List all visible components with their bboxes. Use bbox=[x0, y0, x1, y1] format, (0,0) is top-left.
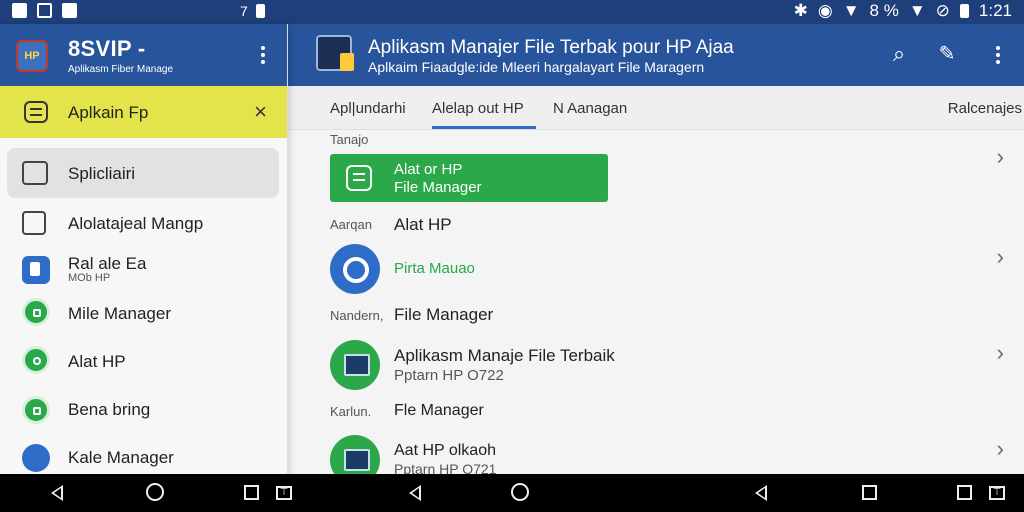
drawer-item-label: Ral ale Ea bbox=[68, 254, 147, 273]
file-icon bbox=[22, 211, 46, 235]
wifi-icon: ▼ bbox=[842, 1, 860, 20]
status-left-right: 7 bbox=[240, 3, 265, 19]
section-title: File Manager bbox=[394, 305, 494, 324]
drawer-banner[interactable]: Aplkain Fp × bbox=[0, 86, 287, 138]
chevron-right-icon[interactable]: › bbox=[997, 244, 1004, 270]
drawer-item-label: Alolatajeal Mangp bbox=[68, 214, 204, 233]
chevron-right-icon[interactable]: › bbox=[997, 340, 1004, 366]
file-manager-app-icon bbox=[316, 35, 354, 71]
notification-icon bbox=[62, 3, 77, 18]
tab-3[interactable]: N Aanagan bbox=[553, 100, 627, 117]
list-item-subtitle: Pptarn HP O722 bbox=[394, 367, 504, 384]
grid-app-icon bbox=[22, 396, 50, 424]
tab-bar: Apl|undarhi Alelap out HP N Aanagan Ralc… bbox=[288, 86, 1024, 130]
recents-icon[interactable] bbox=[244, 485, 259, 500]
app-icon bbox=[330, 244, 380, 294]
highlighted-item-line2: File Manager bbox=[394, 179, 482, 196]
drawer-item-sub: MOb HP bbox=[68, 272, 111, 284]
more-options-icon[interactable] bbox=[986, 43, 1010, 67]
list-item-title[interactable]: Aat HP olkaoh bbox=[394, 442, 496, 460]
drawer-item-label: Kale Manager bbox=[68, 448, 174, 467]
mute-icon: ⊘ bbox=[935, 1, 950, 20]
home-icon[interactable] bbox=[511, 483, 529, 501]
clock: 1:21 bbox=[978, 1, 1012, 20]
app-subtitle: Aplikasm Fiber Manage bbox=[68, 64, 174, 75]
app-name: 8SVIP - bbox=[68, 36, 146, 61]
navigation-drawer: HP 8SVIP - Aplikasm Fiber Manage Aplkain… bbox=[0, 24, 288, 474]
alarm-icon: ◉ bbox=[817, 1, 833, 20]
section-label: Aarqan bbox=[330, 217, 372, 232]
drawer-menu-icon[interactable] bbox=[251, 43, 275, 67]
edit-icon[interactable]: ✎ bbox=[934, 41, 960, 67]
recents-icon[interactable] bbox=[862, 485, 877, 500]
drawer-item-label: Bena bring bbox=[68, 400, 151, 419]
document-icon bbox=[22, 256, 50, 284]
main-content: Tanajo Alat or HP File Manager › Aarqan … bbox=[288, 130, 1024, 485]
recents-icon[interactable] bbox=[957, 485, 972, 500]
drawer-item[interactable]: Ral ale Ea MOb HP bbox=[0, 248, 288, 294]
page-subtitle: Aplkaim Fiaadgle:ide Mleeri hargalayart … bbox=[368, 59, 705, 75]
drawer-item[interactable]: Alat HP bbox=[0, 344, 288, 390]
chevron-right-icon[interactable]: › bbox=[997, 436, 1004, 462]
drawer-item-label: Splicliairi bbox=[68, 164, 136, 183]
drawer-item-label: Mile Manager bbox=[68, 304, 171, 323]
tab-4[interactable]: Ralcenajes bbox=[948, 100, 1022, 117]
drawer-item[interactable]: Alolatajeal Mangp bbox=[0, 202, 288, 248]
status-text: 7 bbox=[240, 3, 248, 19]
highlighted-item-line1: Alat or HP bbox=[394, 161, 463, 178]
back-icon[interactable] bbox=[406, 483, 426, 503]
drawer-item-selected[interactable]: Splicliairi bbox=[7, 148, 279, 198]
tab-1[interactable]: Apl|undarhi bbox=[330, 100, 406, 117]
drawer-item[interactable]: Bena bring bbox=[0, 394, 288, 440]
keyboard-icon[interactable]: ⊤ bbox=[989, 486, 1005, 500]
signal-icon: ▼ bbox=[908, 1, 926, 20]
back-icon[interactable] bbox=[48, 483, 68, 503]
section-title: Alat HP bbox=[394, 215, 452, 234]
section-label: Karlun. bbox=[330, 404, 372, 419]
calendar-app-icon bbox=[22, 444, 50, 472]
status-bar: 7 ✱ ◉ ▼ 8 % ▼ ⊘ 1:21 bbox=[0, 0, 1024, 24]
keyboard-icon[interactable]: ⊤ bbox=[276, 486, 292, 500]
drawer-item-label: Alat HP bbox=[68, 352, 126, 371]
battery-icon bbox=[255, 4, 265, 18]
page-title: Aplikasm Manajer File Terbak pour HP Aja… bbox=[368, 37, 734, 58]
section-label: Tanajo bbox=[330, 132, 369, 147]
battery-percent: 8 % bbox=[869, 1, 899, 20]
section-label: Nandern, bbox=[330, 308, 384, 323]
document-icon bbox=[346, 165, 372, 191]
laptop-app-icon bbox=[330, 340, 380, 390]
tab-2-active[interactable]: Alelap out HP bbox=[432, 100, 524, 117]
list-item-title[interactable]: Aplikasm Manaje File Terbaik bbox=[394, 346, 615, 366]
notification-icon bbox=[37, 3, 52, 18]
battery-icon bbox=[959, 4, 969, 18]
highlighted-item[interactable]: Alat or HP File Manager bbox=[330, 154, 608, 202]
drawer-item[interactable]: Kale Manager bbox=[0, 440, 288, 486]
back-icon[interactable] bbox=[752, 483, 772, 503]
notification-icons bbox=[12, 3, 77, 18]
screen: 7 ✱ ◉ ▼ 8 % ▼ ⊘ 1:21 HP 8SVIP - Aplikasm… bbox=[0, 0, 1024, 512]
chevron-right-icon[interactable]: › bbox=[997, 144, 1004, 170]
list-item-title[interactable]: Pirta Mauao bbox=[394, 260, 475, 277]
square-app-icon bbox=[22, 298, 50, 326]
app-bar: Aplikasm Manajer File Terbak pour HP Aja… bbox=[288, 24, 1024, 86]
drawer-item[interactable]: Mile Manager bbox=[0, 296, 288, 342]
app-logo: HP bbox=[16, 40, 48, 72]
status-right: ✱ ◉ ▼ 8 % ▼ ⊘ 1:21 bbox=[794, 1, 1012, 21]
folder-icon bbox=[22, 161, 48, 185]
sync-icon bbox=[22, 346, 50, 374]
document-icon bbox=[24, 101, 48, 123]
active-tab-indicator bbox=[432, 126, 536, 129]
section-title: Fle Manager bbox=[394, 402, 484, 419]
drawer-header: HP 8SVIP - Aplikasm Fiber Manage bbox=[0, 24, 287, 86]
search-icon[interactable]: ⌕ bbox=[886, 41, 912, 67]
bluetooth-icon: ✱ bbox=[793, 1, 808, 20]
notification-icon bbox=[12, 3, 27, 18]
banner-label: Aplkain Fp bbox=[68, 103, 149, 122]
close-icon[interactable]: × bbox=[254, 99, 267, 125]
